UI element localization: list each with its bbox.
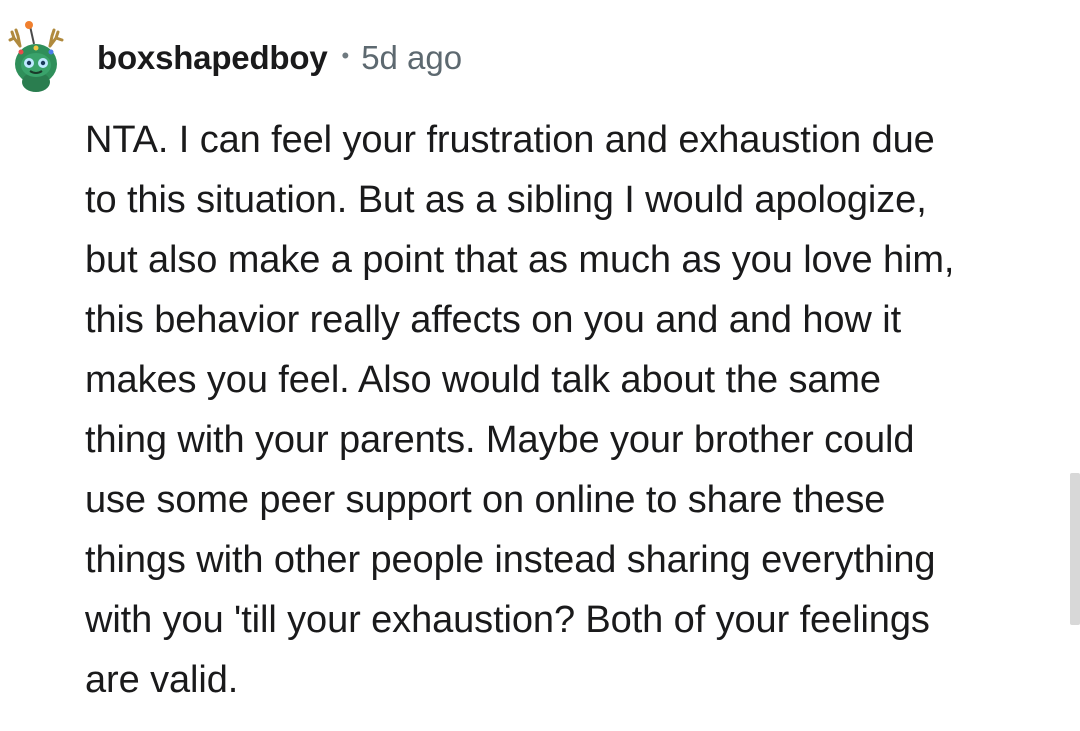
comment-body-line: use some peer support on online to share…	[85, 479, 886, 521]
comment-body-line: this behavior really affects on you and …	[85, 299, 902, 341]
comment-timestamp[interactable]: 5d ago	[361, 39, 462, 77]
comment-body-line: makes you feel. Also would talk about th…	[85, 359, 881, 401]
comment-body-line: to this situation. But as a sibling I wo…	[85, 179, 927, 221]
author-username[interactable]: boxshapedboy	[97, 39, 328, 77]
user-avatar-icon[interactable]	[6, 18, 66, 94]
comment-body-line: things with other people instead sharing…	[85, 539, 936, 581]
comment-header: boxshapedboy • 5d ago	[97, 36, 462, 80]
comment-body-line: NTA. I can feel your frustration and exh…	[85, 119, 935, 161]
comment-body-line: with you 'till your exhaustion? Both of …	[85, 599, 930, 641]
comment-body: NTA. I can feel your frustration and exh…	[85, 110, 1060, 710]
separator-dot: •	[341, 43, 350, 68]
comment-body-line: but also make a point that as much as yo…	[85, 239, 955, 281]
comment-body-line: are valid.	[85, 659, 239, 701]
comment-body-line: thing with your parents. Maybe your brot…	[85, 419, 915, 461]
snoo-avatar-icon	[8, 21, 64, 92]
comment: boxshapedboy • 5d ago NTA. I can feel yo…	[0, 0, 1080, 731]
scrollbar-thumb[interactable]	[1070, 473, 1080, 625]
